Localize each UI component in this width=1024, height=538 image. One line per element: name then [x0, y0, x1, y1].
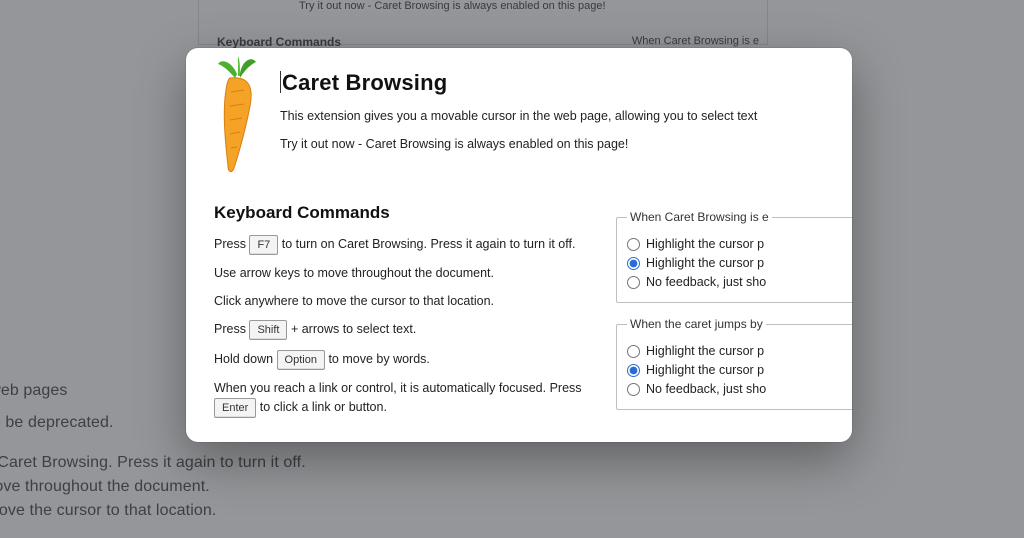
kb-line-shift: Press Shift + arrows to select text.	[214, 320, 604, 340]
radio-g2-opt3[interactable]	[627, 383, 640, 396]
radio-g2-opt2[interactable]	[627, 364, 640, 377]
kb-text: Hold down	[214, 352, 277, 366]
dialog-title: Caret Browsing	[280, 70, 842, 96]
kb-line-enter: When you reach a link or control, it is …	[214, 380, 604, 418]
kb-text: Press	[214, 322, 249, 336]
radio-label-g2-opt2[interactable]: Highlight the cursor p	[646, 363, 764, 377]
key-enter: Enter	[214, 398, 256, 418]
kb-line-arrows: Use arrow keys to move throughout the do…	[214, 265, 604, 283]
radio-g1-opt3[interactable]	[627, 276, 640, 289]
radio-g1-opt2[interactable]	[627, 257, 640, 270]
caret-browsing-dialog: Caret Browsing This extension gives you …	[186, 48, 852, 442]
keyboard-commands-heading: Keyboard Commands	[214, 203, 604, 223]
fieldset-caret-jumps: When the caret jumps by Highlight the cu…	[616, 317, 852, 410]
text-caret-icon	[280, 71, 281, 93]
kb-line-option: Hold down Option to move by words.	[214, 350, 604, 370]
radio-label-g2-opt3[interactable]: No feedback, just sho	[646, 382, 766, 396]
kb-text: + arrows to select text.	[291, 322, 416, 336]
radio-g1-opt1[interactable]	[627, 238, 640, 251]
radio-label-g1-opt3[interactable]: No feedback, just sho	[646, 275, 766, 289]
radio-label-g1-opt1[interactable]: Highlight the cursor p	[646, 237, 764, 251]
radio-label-g2-opt1[interactable]: Highlight the cursor p	[646, 344, 764, 358]
kb-text: to turn on Caret Browsing. Press it agai…	[282, 237, 576, 251]
key-f7: F7	[249, 235, 278, 255]
fieldset-caret-browsing-enabled: When Caret Browsing is e Highlight the c…	[616, 210, 852, 303]
keyboard-commands-section: Keyboard Commands Press F7 to turn on Ca…	[214, 203, 604, 428]
kb-line-click: Click anywhere to move the cursor to tha…	[214, 293, 604, 311]
key-option: Option	[277, 350, 325, 370]
dialog-title-text: Caret Browsing	[282, 70, 447, 95]
key-shift: Shift	[249, 320, 287, 340]
kb-text: to move by words.	[328, 352, 429, 366]
radio-label-g1-opt2[interactable]: Highlight the cursor p	[646, 256, 764, 270]
dialog-tryout: Try it out now - Caret Browsing is alway…	[280, 136, 842, 154]
kb-text: Press	[214, 237, 249, 251]
fieldset-legend-2: When the caret jumps by	[627, 317, 766, 331]
fieldset-legend-1: When Caret Browsing is e	[627, 210, 772, 224]
kb-text: to click a link or button.	[260, 400, 387, 414]
radio-g2-opt1[interactable]	[627, 345, 640, 358]
options-column: When Caret Browsing is e Highlight the c…	[616, 210, 852, 424]
kb-line-f7: Press F7 to turn on Caret Browsing. Pres…	[214, 235, 604, 255]
dialog-description: This extension gives you a movable curso…	[280, 108, 842, 126]
carrot-icon	[204, 56, 274, 176]
kb-text: When you reach a link or control, it is …	[214, 381, 582, 395]
